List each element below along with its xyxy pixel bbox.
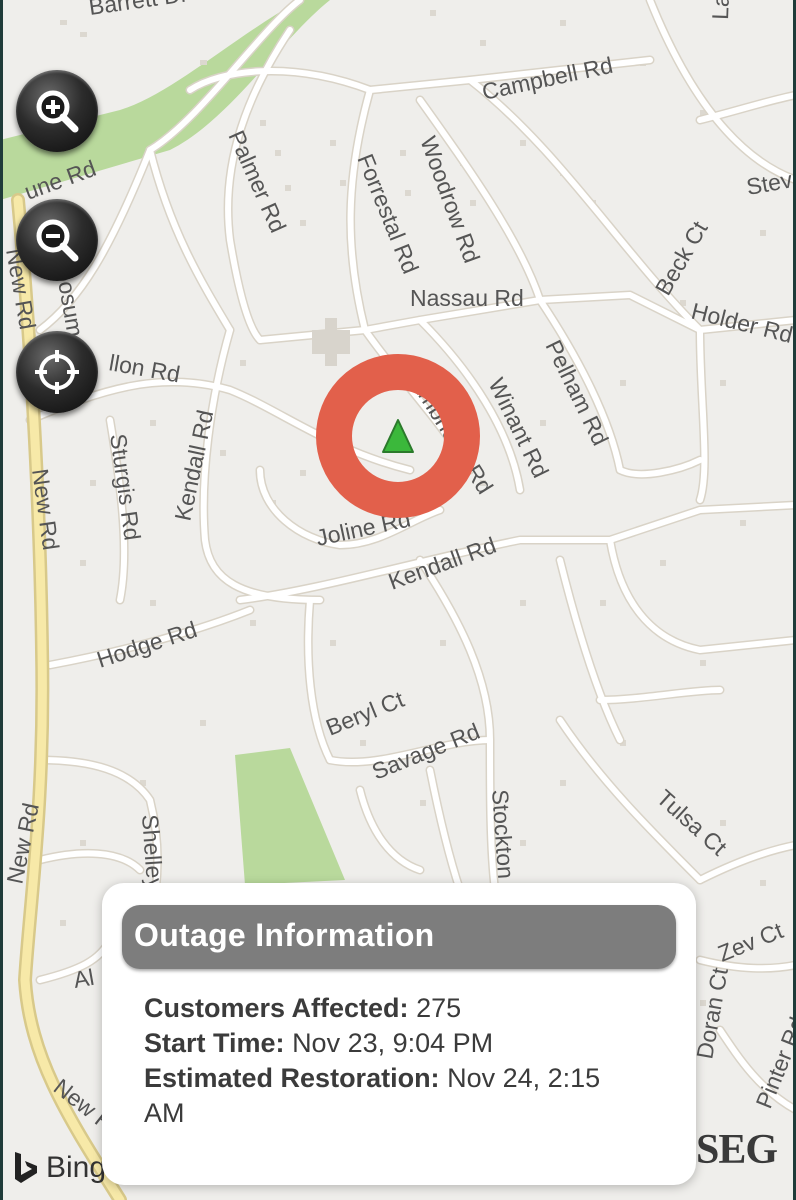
start-time-label: Start Time: xyxy=(144,1028,285,1058)
bing-icon xyxy=(15,1152,37,1183)
estimated-restoration-label: Estimated Restoration: xyxy=(144,1063,440,1093)
label-lake: La xyxy=(707,0,734,20)
outage-info-header: Outage Information xyxy=(122,905,676,969)
customers-affected-value: 275 xyxy=(416,993,462,1023)
outage-info-title: Outage Information xyxy=(134,917,435,953)
label-shelley: Shelley xyxy=(137,814,168,892)
estimated-restoration-row: Estimated Restoration: Nov 24, 2:15 AM xyxy=(144,1061,624,1131)
bing-logo: Bing xyxy=(12,1150,106,1186)
bing-text: Bing xyxy=(46,1151,107,1184)
customers-affected-label: Customers Affected: xyxy=(144,993,409,1023)
outage-map-app: Barrett Dr La Campbell Rd une Rd Palmer … xyxy=(0,0,796,1200)
start-time-value: Nov 23, 9:04 PM xyxy=(292,1028,494,1058)
zoom-in-button[interactable] xyxy=(16,70,98,152)
label-nassau: Nassau Rd xyxy=(410,285,524,311)
frame-edge-left xyxy=(0,0,3,1200)
zoom-out-button[interactable] xyxy=(16,199,98,281)
locate-me-button[interactable] xyxy=(16,331,98,413)
outage-info-body: Customers Affected: 275 Start Time: Nov … xyxy=(144,991,624,1131)
zoom-in-icon xyxy=(36,90,79,133)
crosshair-icon xyxy=(35,350,79,394)
start-time-row: Start Time: Nov 23, 9:04 PM xyxy=(144,1026,624,1061)
zoom-out-icon xyxy=(36,219,79,262)
pseg-logo: SEG xyxy=(696,1127,778,1173)
outage-info-card: Outage Information Customers Affected: 2… xyxy=(102,883,696,1185)
customers-affected-row: Customers Affected: 275 xyxy=(144,991,624,1026)
